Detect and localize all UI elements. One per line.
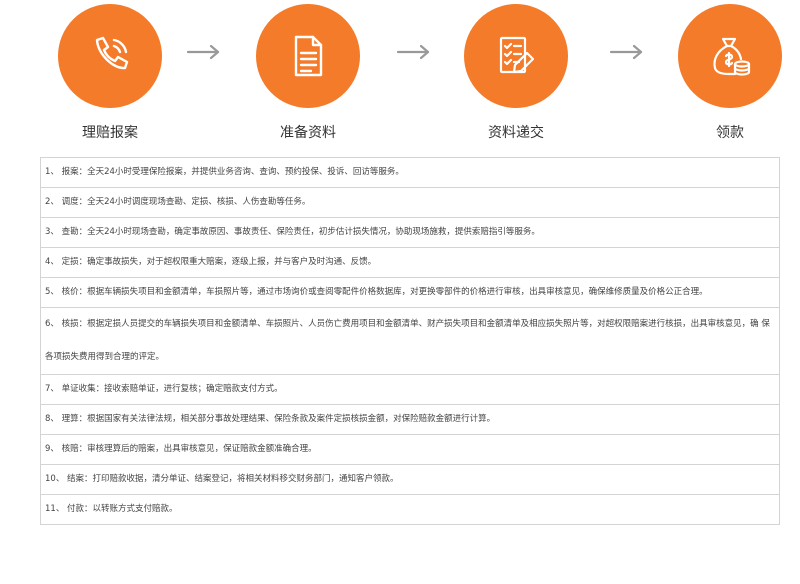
money-bag-icon <box>713 37 751 76</box>
step-circle <box>678 4 782 108</box>
step-label: 准备资料 <box>280 125 336 141</box>
table-row: 9、 核赔：审核理算后的赔案，出具审核意见，保证赔款金额准确合理。 <box>40 434 780 465</box>
table-row: 2、 调度：全天24小时调度现场查勘、定损、核损、人伤查勘等任务。 <box>40 187 780 218</box>
step-prepare-documents: 准备资料 <box>238 0 378 142</box>
step-circle <box>58 4 162 108</box>
arrow-right-icon <box>184 42 224 62</box>
table-cell: 11、 付款：以转账方式支付赔款。 <box>40 494 780 525</box>
table-row: 6、 核损：根据定损人员提交的车辆损失项目和金额清单、车损照片、人员伤亡费用项目… <box>40 307 780 375</box>
step-label: 理赔报案 <box>82 125 138 141</box>
step-label: 资料递交 <box>488 125 544 141</box>
table-cell: 5、 核价：根据车辆损失项目和金额清单，车损照片等，通过市场询价或查阅零配件价格… <box>40 277 780 308</box>
table-row: 1、 报案：全天24小时受理保险报案，并提供业务咨询、查询、预约投保、投诉、回访… <box>40 157 780 188</box>
step-circle <box>256 4 360 108</box>
table-cell: 6、 核损：根据定损人员提交的车辆损失项目和金额清单、车损照片、人员伤亡费用项目… <box>40 307 780 375</box>
claim-process-steps: 理赔报案 准备资料 资料递交 领款 <box>0 0 800 150</box>
arrow-right-icon <box>394 42 434 62</box>
table-row: 8、 理算：根据国家有关法律法规，相关部分事故处理结果、保险条款及案件定损核损金… <box>40 404 780 435</box>
step-circle <box>464 4 568 108</box>
table-cell: 1、 报案：全天24小时受理保险报案，并提供业务咨询、查询、预约投保、投诉、回访… <box>40 157 780 188</box>
table-row: 3、 查勘：全天24小时现场查勘，确定事故原因、事故责任、保险责任，初步估计损失… <box>40 217 780 248</box>
phone-icon <box>95 36 129 70</box>
table-row: 7、 单证收集：接收索赔单证，进行复核；确定赔款支付方式。 <box>40 374 780 405</box>
table-row: 11、 付款：以转账方式支付赔款。 <box>40 494 780 525</box>
table-cell: 8、 理算：根据国家有关法律法规，相关部分事故处理结果、保险条款及案件定损核损金… <box>40 404 780 435</box>
table-cell: 10、 结案：打印赔款收据，清分单证、结案登记，将相关材料移交财务部门，通知客户… <box>40 464 780 495</box>
table-row: 10、 结案：打印赔款收据，清分单证、结案登记，将相关材料移交财务部门，通知客户… <box>40 464 780 495</box>
table-row: 5、 核价：根据车辆损失项目和金额清单，车损照片等，通过市场询价或查阅零配件价格… <box>40 277 780 308</box>
document-icon <box>294 35 323 77</box>
step-submit-documents: 资料递交 <box>446 0 586 142</box>
step-label: 领款 <box>716 125 744 141</box>
step-report: 理赔报案 <box>40 0 180 142</box>
arrow-right-icon <box>607 42 647 62</box>
table-cell: 9、 核赔：审核理算后的赔案，出具审核意见，保证赔款金额准确合理。 <box>40 434 780 465</box>
table-cell: 7、 单证收集：接收索赔单证，进行复核；确定赔款支付方式。 <box>40 374 780 405</box>
claim-process-table: 1、 报案：全天24小时受理保险报案，并提供业务咨询、查询、预约投保、投诉、回访… <box>40 157 780 525</box>
table-cell: 4、 定损：确定事故损失，对于超权限重大赔案，逐级上报，并与客户及时沟通、反馈。 <box>40 247 780 278</box>
table-cell: 2、 调度：全天24小时调度现场查勘、定损、核损、人伤查勘等任务。 <box>40 187 780 218</box>
table-row: 4、 定损：确定事故损失，对于超权限重大赔案，逐级上报，并与客户及时沟通、反馈。 <box>40 247 780 278</box>
step-receive-payment: 领款 <box>660 0 800 142</box>
table-cell: 3、 查勘：全天24小时现场查勘，确定事故原因、事故责任、保险责任，初步估计损失… <box>40 217 780 248</box>
checklist-icon <box>499 36 535 74</box>
